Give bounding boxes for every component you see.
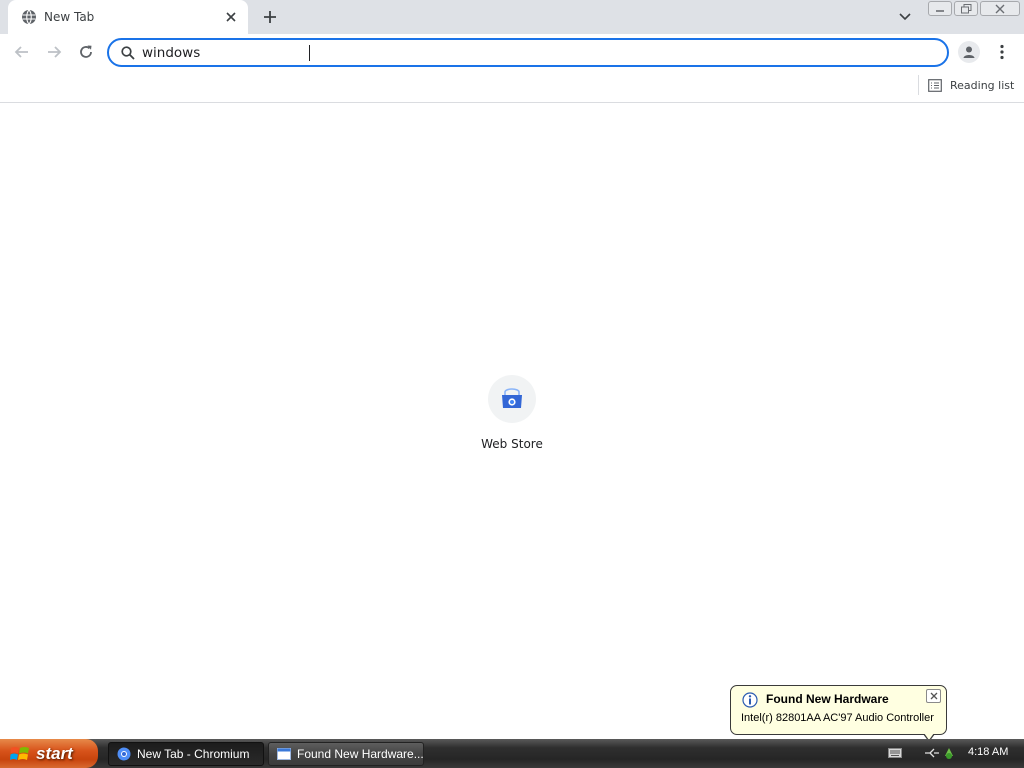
tab-title: New Tab [44, 10, 95, 24]
minimize-button[interactable] [928, 1, 952, 16]
chromium-icon [117, 747, 131, 761]
profile-button[interactable] [958, 41, 980, 63]
restore-button[interactable] [954, 1, 978, 16]
windows-flag-icon [10, 746, 29, 760]
address-bar[interactable] [107, 38, 949, 67]
minimize-icon [936, 9, 944, 12]
window-icon [277, 748, 291, 760]
close-icon [995, 4, 1005, 13]
taskbar-item-label: Found New Hardware... [297, 747, 424, 761]
address-input[interactable] [142, 43, 922, 63]
balloon-text: Intel(r) 82801AA AC'97 Audio Controller [741, 712, 934, 724]
hardware-icon[interactable] [942, 746, 956, 760]
tab-new-tab[interactable]: New Tab [8, 0, 248, 34]
reload-icon [80, 45, 92, 58]
reading-list-button[interactable]: Reading list [928, 75, 1014, 95]
menu-icon [1000, 44, 1004, 60]
taskbar-item-found-new-hardware[interactable]: Found New Hardware... [268, 742, 424, 766]
plus-icon [264, 11, 276, 23]
network-icon[interactable] [924, 746, 940, 760]
new-tab-button[interactable] [260, 7, 280, 27]
back-button[interactable] [11, 41, 33, 63]
shortcut-label: Web Store [481, 437, 543, 451]
bookmarks-bar: Reading list [0, 70, 1024, 103]
back-arrow-icon [14, 46, 28, 58]
tab-strip: New Tab [0, 0, 1024, 34]
forward-arrow-icon [48, 46, 62, 58]
system-tray: 4:18 AM [880, 739, 1024, 768]
keyboard-icon[interactable] [888, 747, 902, 759]
browser-toolbar [0, 34, 1024, 70]
balloon-close-button[interactable] [926, 689, 941, 703]
window-controls [928, 1, 1020, 17]
text-caret [309, 45, 310, 61]
bookmarks-separator [918, 75, 919, 95]
chevron-down-icon [899, 13, 911, 21]
web-store-icon [502, 388, 522, 408]
taskbar: start New Tab - Chromium Found New Hardw… [0, 739, 1024, 768]
balloon-title: Found New Hardware [766, 692, 889, 706]
forward-button[interactable] [43, 41, 65, 63]
tab-close-icon[interactable] [223, 9, 239, 25]
globe-icon [22, 9, 36, 25]
info-icon [742, 692, 758, 708]
tab-search-button[interactable] [896, 8, 914, 26]
new-tab-page: Web Store [0, 103, 1024, 739]
taskbar-item-label: New Tab - Chromium [137, 747, 250, 761]
shortcut-web-store[interactable]: Web Store [472, 375, 552, 465]
menu-button[interactable] [994, 41, 1010, 63]
restore-icon [960, 3, 971, 13]
taskbar-item-chromium[interactable]: New Tab - Chromium [108, 742, 264, 766]
reading-list-label: Reading list [950, 78, 1015, 92]
search-icon [121, 46, 135, 60]
clock[interactable]: 4:18 AM [968, 746, 1008, 758]
close-window-button[interactable] [980, 1, 1020, 16]
shortcut-tile [488, 375, 536, 423]
found-new-hardware-balloon[interactable]: Found New Hardware Intel(r) 82801AA AC'9… [730, 685, 947, 742]
close-icon [930, 692, 937, 700]
start-label: start [36, 743, 73, 763]
reload-button[interactable] [75, 41, 97, 63]
start-button[interactable]: start [0, 739, 98, 768]
reading-list-icon [928, 78, 942, 92]
profile-icon [963, 46, 975, 58]
